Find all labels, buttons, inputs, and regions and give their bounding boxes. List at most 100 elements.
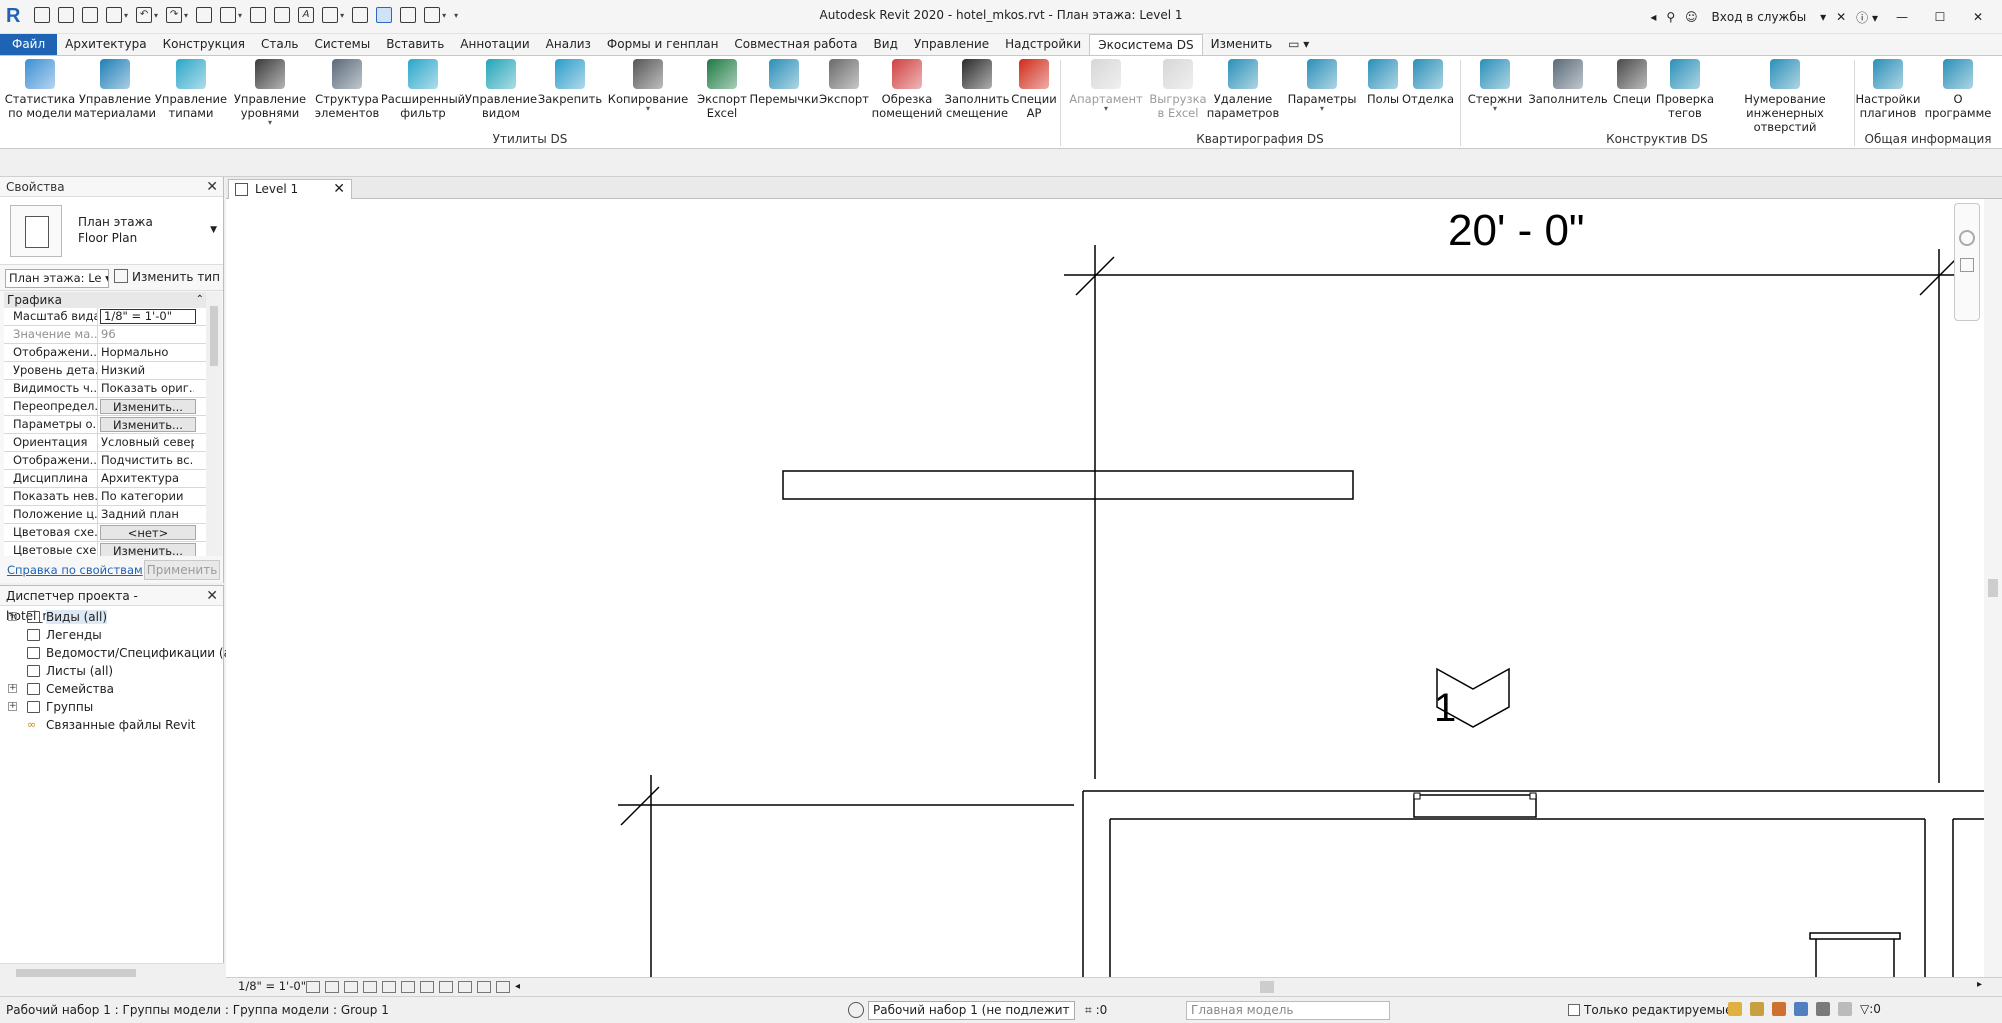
group-header-graphics[interactable]: Графика ⌃ bbox=[4, 292, 222, 308]
chevron-left-icon[interactable]: ◂ bbox=[1650, 10, 1656, 24]
property-value[interactable]: Подчистить вс... bbox=[98, 452, 194, 469]
browser-node[interactable]: Листы (all) bbox=[0, 662, 223, 680]
collapse-icon[interactable]: ⌃ bbox=[196, 292, 204, 308]
properties-scrollbar[interactable] bbox=[206, 292, 222, 556]
close-icon[interactable]: ✕ bbox=[333, 180, 345, 198]
chevron-down-icon[interactable]: ▾ bbox=[222, 119, 318, 127]
reveal-hidden-icon[interactable] bbox=[439, 981, 453, 993]
close-icon[interactable]: ✕ bbox=[206, 586, 218, 606]
tab-2[interactable]: Конструкция bbox=[155, 34, 253, 55]
design-option-select[interactable]: Главная модель bbox=[1186, 1001, 1390, 1020]
tab-13[interactable]: Экосистема DS bbox=[1089, 34, 1203, 55]
property-value[interactable]: Архитектура bbox=[98, 470, 194, 487]
filter-icon[interactable]: ▽:0 bbox=[1860, 1002, 1881, 1016]
tab-4[interactable]: Системы bbox=[307, 34, 379, 55]
expand-icon[interactable]: + bbox=[8, 684, 17, 693]
active-workset-select[interactable]: Рабочий набор 1 (не подлежит ре ▾ bbox=[868, 1001, 1075, 1020]
apply-button[interactable]: Применить bbox=[144, 560, 220, 580]
property-value[interactable]: Условный север bbox=[98, 434, 194, 451]
binoculars-icon[interactable]: ⚲ bbox=[1666, 10, 1675, 24]
property-value[interactable]: 1/8" = 1'-0" bbox=[100, 309, 196, 324]
minimize-button[interactable]: — bbox=[1888, 10, 1916, 24]
edit-type-button[interactable]: Изменить тип bbox=[114, 269, 220, 284]
tab-0[interactable]: Файл bbox=[0, 34, 58, 55]
tab-9[interactable]: Совместная работа bbox=[726, 34, 865, 55]
contextual-tab-dropdown[interactable]: ▭ ▾ bbox=[1280, 34, 1317, 55]
property-value[interactable]: Низкий bbox=[98, 362, 194, 379]
browser-node[interactable]: + Группы bbox=[0, 698, 223, 716]
view-tab-level-1[interactable]: Level 1 ✕ bbox=[228, 179, 352, 199]
select-by-face-icon[interactable] bbox=[1794, 1002, 1808, 1016]
shadows-icon[interactable] bbox=[363, 981, 377, 993]
detail-level-icon[interactable] bbox=[306, 981, 320, 993]
tab-10[interactable]: Вид bbox=[866, 34, 906, 55]
visual-style-icon[interactable] bbox=[325, 981, 339, 993]
navigation-bar[interactable] bbox=[1954, 203, 1980, 321]
tab-3[interactable]: Сталь bbox=[253, 34, 306, 55]
chevron-down-icon[interactable]: ▾ bbox=[1447, 105, 1543, 113]
browser-node[interactable]: Легенды bbox=[0, 626, 223, 644]
crop-view-icon[interactable] bbox=[382, 981, 396, 993]
tab-5[interactable]: Вставить bbox=[378, 34, 452, 55]
type-selector[interactable]: План этажа Floor Plan ▼ bbox=[0, 197, 223, 265]
tab-12[interactable]: Надстройки bbox=[997, 34, 1089, 55]
temp-hide-icon[interactable] bbox=[420, 981, 434, 993]
scroll-thumb[interactable] bbox=[210, 306, 218, 366]
zoom-icon[interactable] bbox=[1960, 258, 1974, 272]
tab-7[interactable]: Анализ bbox=[538, 34, 599, 55]
help-button[interactable]: ⓘ ▾ bbox=[1856, 9, 1878, 26]
sun-path-icon[interactable] bbox=[344, 981, 358, 993]
browser-node[interactable]: + Семейства bbox=[0, 680, 223, 698]
scroll-thumb[interactable] bbox=[16, 969, 136, 977]
chevron-down-icon[interactable]: ▼ bbox=[210, 225, 217, 235]
view-scrollbar[interactable] bbox=[1984, 199, 2002, 977]
show-crop-icon[interactable] bbox=[401, 981, 415, 993]
ribbon-button-check-tags[interactable]: Проверка тегов bbox=[1637, 59, 1733, 120]
horizontal-scroll-thumb[interactable] bbox=[1260, 981, 1274, 993]
steering-wheel-icon[interactable] bbox=[1959, 230, 1975, 246]
background-process-icon[interactable] bbox=[1838, 1002, 1852, 1016]
properties-help-link[interactable]: Справка по свойствам bbox=[7, 563, 143, 577]
tab-6[interactable]: Аннотации bbox=[452, 34, 537, 55]
tab-1[interactable]: Архитектура bbox=[57, 34, 154, 55]
expand-icon[interactable]: + bbox=[8, 702, 17, 711]
ribbon-button-numbering[interactable]: Нумерование инженерных отверстий bbox=[1737, 59, 1833, 134]
property-value[interactable]: Показать ориг... bbox=[98, 380, 194, 397]
signin-button[interactable]: ☺ Вход в службы ▾ bbox=[1685, 10, 1826, 24]
property-value[interactable]: Нормально bbox=[98, 344, 194, 361]
checkbox[interactable] bbox=[1568, 1004, 1580, 1016]
drawing-canvas[interactable]: 20' - 0" 1 bbox=[226, 199, 1984, 977]
worksets-icon[interactable] bbox=[848, 1002, 864, 1018]
instance-selector[interactable]: План этажа: Le ▾ bbox=[5, 269, 109, 288]
close-icon[interactable]: ✕ bbox=[206, 177, 218, 197]
property-edit-button[interactable]: <нет> bbox=[100, 525, 196, 540]
analytical-model-icon[interactable] bbox=[496, 981, 510, 993]
select-pinned-icon[interactable] bbox=[1772, 1002, 1786, 1016]
browser-node[interactable]: ∞ Связанные файлы Revit bbox=[0, 716, 223, 734]
chevron-right-icon[interactable]: ▸ bbox=[1977, 979, 1982, 990]
worksharing-display-icon[interactable] bbox=[477, 981, 491, 993]
select-underlay-icon[interactable] bbox=[1750, 1002, 1764, 1016]
tab-8[interactable]: Формы и генплан bbox=[599, 34, 727, 55]
tab-14[interactable]: Изменить bbox=[1203, 34, 1281, 55]
browser-scrollbar[interactable] bbox=[0, 963, 224, 981]
property-edit-button[interactable]: Изменить... bbox=[100, 417, 196, 432]
editable-only-toggle[interactable]: Только редактируемые bbox=[1568, 1003, 1733, 1017]
expand-icon[interactable]: + bbox=[8, 612, 17, 621]
browser-node[interactable]: Ведомости/Спецификации (all) bbox=[0, 644, 242, 662]
property-value[interactable]: По категории bbox=[98, 488, 194, 505]
scroll-thumb[interactable] bbox=[1988, 579, 1998, 597]
select-links-icon[interactable] bbox=[1728, 1002, 1742, 1016]
maximize-button[interactable]: ☐ bbox=[1926, 10, 1954, 24]
close-window-button[interactable]: ✕ bbox=[1964, 10, 1992, 24]
tab-11[interactable]: Управление bbox=[906, 34, 997, 55]
temp-properties-icon[interactable] bbox=[458, 981, 472, 993]
browser-node[interactable]: + Виды (all) bbox=[0, 608, 223, 626]
exchange-apps-icon[interactable]: ✕ bbox=[1836, 10, 1846, 24]
drag-elements-icon[interactable] bbox=[1816, 1002, 1830, 1016]
chevron-left-icon[interactable]: ◂ bbox=[515, 981, 520, 993]
view-scale[interactable]: 1/8" = 1'-0" bbox=[238, 979, 306, 993]
property-value[interactable]: Задний план bbox=[98, 506, 194, 523]
property-edit-button[interactable]: Изменить... bbox=[100, 543, 196, 556]
property-edit-button[interactable]: Изменить... bbox=[100, 399, 196, 414]
